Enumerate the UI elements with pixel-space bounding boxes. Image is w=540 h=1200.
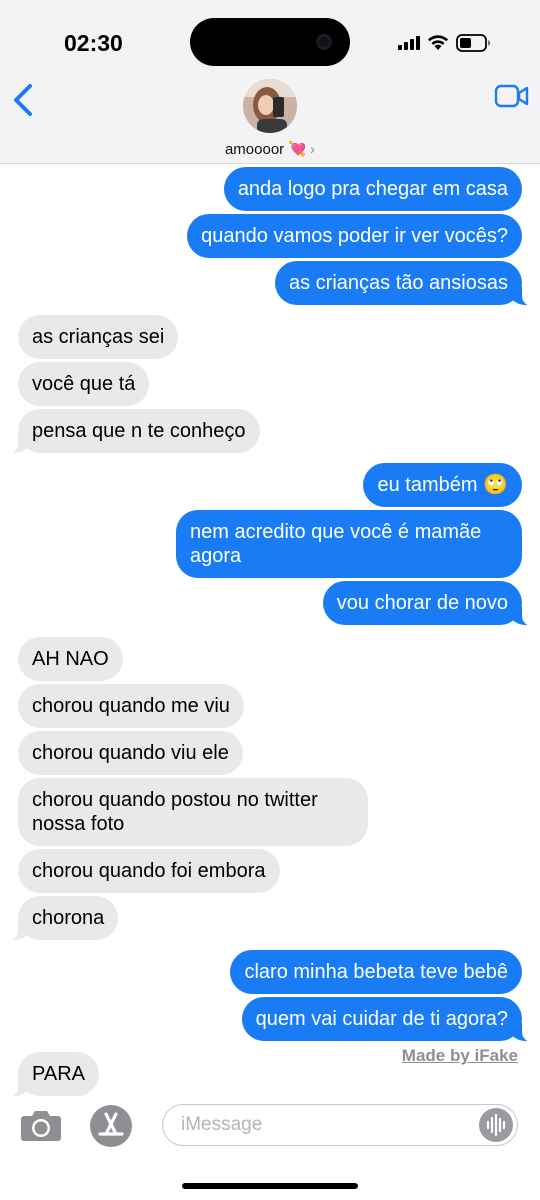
contact-name-text: amoooor bbox=[224, 141, 285, 158]
battery-icon bbox=[456, 34, 490, 52]
received-message[interactable]: AH NAO bbox=[18, 637, 123, 681]
sent-message[interactable]: eu também 🙄 bbox=[363, 463, 522, 507]
status-time: 02:30 bbox=[64, 30, 123, 56]
wifi-icon bbox=[428, 35, 448, 50]
sent-message[interactable]: quem vai cuidar de ti agora? bbox=[241, 997, 537, 1042]
waveform-icon[interactable] bbox=[479, 1108, 513, 1142]
avatar-photo-icon bbox=[243, 79, 297, 133]
received-message[interactable]: você que tá bbox=[18, 362, 150, 406]
contact-avatar[interactable] bbox=[243, 79, 297, 133]
home-indicator[interactable] bbox=[182, 1183, 358, 1189]
received-message[interactable]: chorou quando postou no twitter nossa fo… bbox=[18, 778, 368, 846]
video-camera-icon[interactable] bbox=[494, 83, 530, 109]
received-message[interactable]: as crianças sei bbox=[18, 315, 179, 359]
cellular-signal-icon bbox=[398, 36, 420, 50]
audio-waveform-glyph bbox=[486, 1113, 506, 1137]
camera-icon[interactable] bbox=[20, 1108, 62, 1142]
message-input[interactable] bbox=[162, 1104, 518, 1146]
app-store-icon[interactable] bbox=[89, 1104, 133, 1148]
sent-message[interactable]: anda logo pra chegar em casa bbox=[223, 167, 522, 211]
watermark-label: Made by iFake bbox=[401, 1046, 518, 1065]
sent-message[interactable]: claro minha bebeta teve bebê bbox=[230, 950, 522, 994]
back-chevron-icon[interactable] bbox=[8, 80, 42, 120]
sent-message[interactable]: quando vamos poder ir ver vocês? bbox=[187, 214, 522, 258]
received-message[interactable]: chorona bbox=[3, 896, 119, 941]
sent-message[interactable]: vou chorar de novo bbox=[322, 581, 537, 626]
front-camera-icon bbox=[316, 34, 332, 50]
dynamic-island bbox=[190, 18, 350, 66]
received-message[interactable]: chorou quando viu ele bbox=[18, 731, 243, 775]
sent-message[interactable]: nem acredito que você é mamãe agora bbox=[176, 510, 522, 578]
chevron-right-icon: › bbox=[310, 141, 316, 158]
received-message[interactable]: chorou quando foi embora bbox=[18, 849, 280, 893]
conversation-header: 02:30 amoooor 💘 › bbox=[0, 0, 540, 164]
contact-name[interactable]: amoooor 💘 › bbox=[0, 140, 540, 158]
heart-emoji: 💘 bbox=[288, 141, 308, 158]
sent-message[interactable]: as crianças tão ansiosas bbox=[274, 261, 537, 306]
received-message[interactable]: chorou quando me viu bbox=[18, 684, 244, 728]
received-message[interactable]: PARA bbox=[4, 1052, 99, 1097]
received-message[interactable]: pensa que n te conheço bbox=[4, 409, 260, 454]
